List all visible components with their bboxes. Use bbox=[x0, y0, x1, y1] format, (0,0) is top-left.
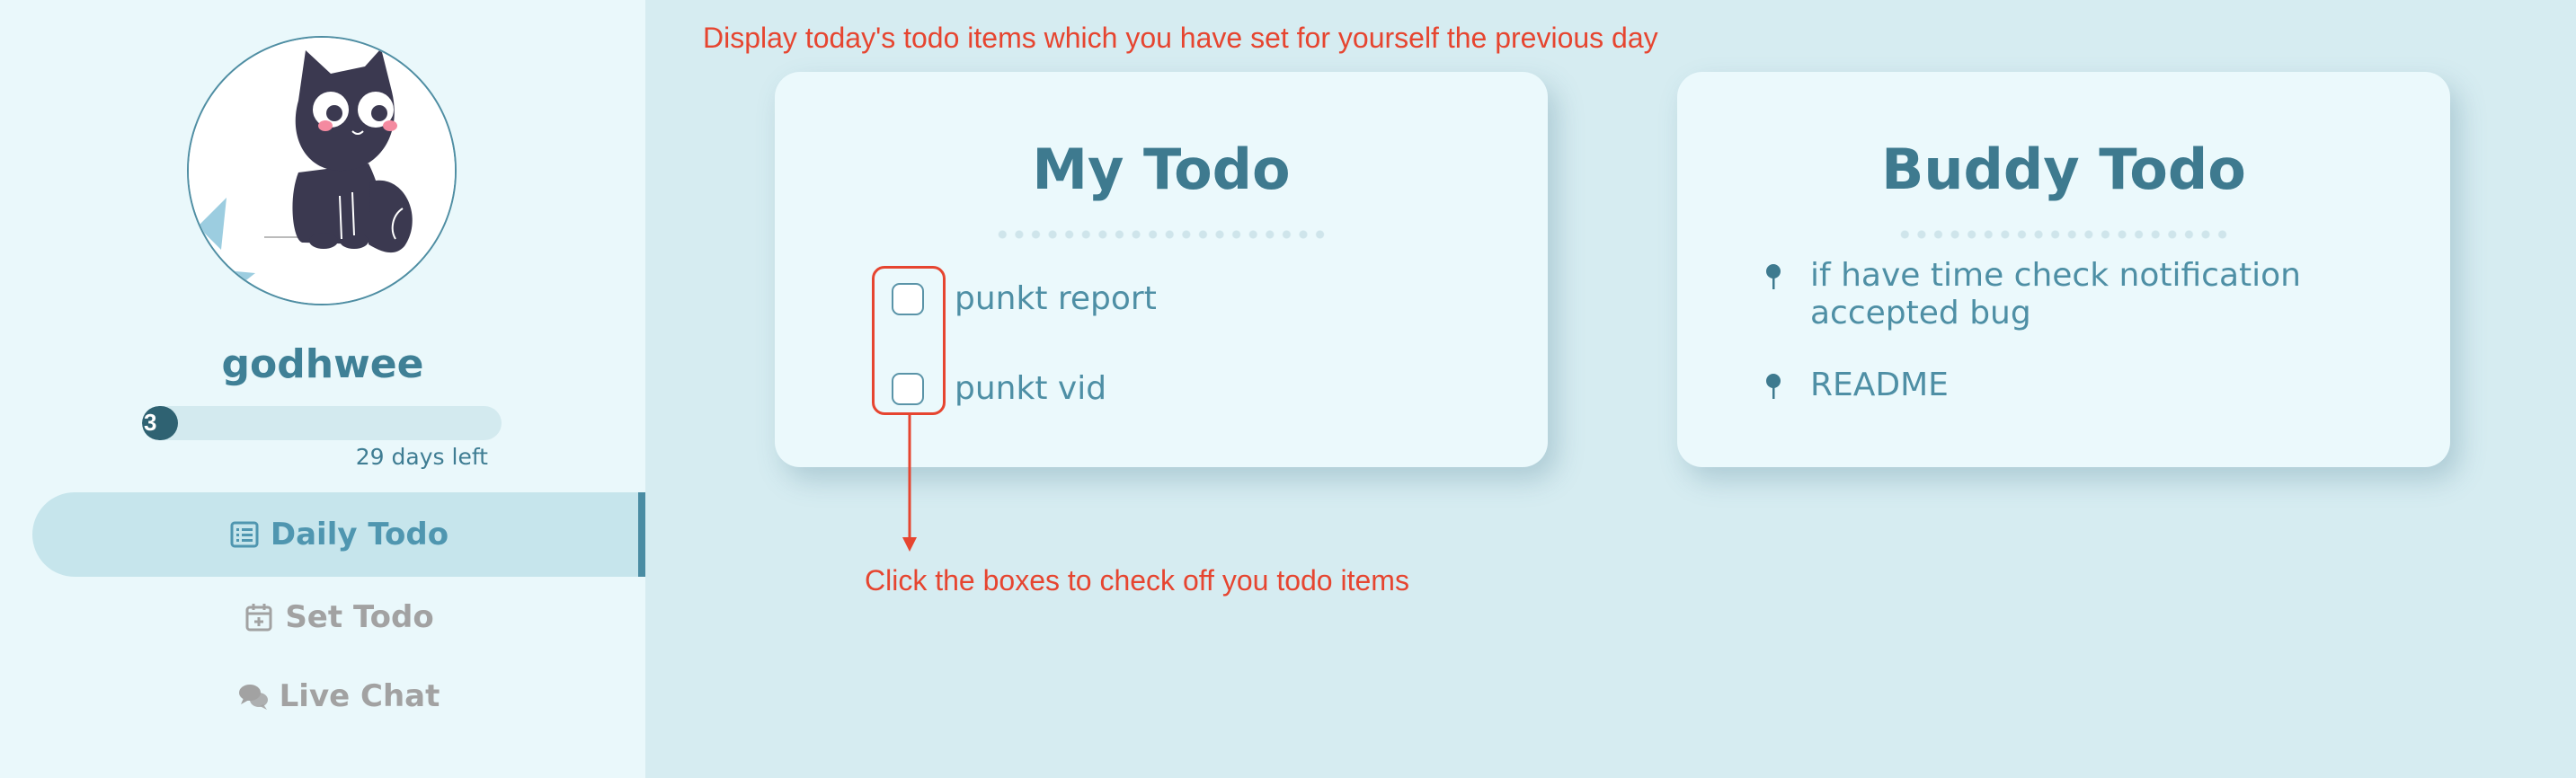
pin-icon bbox=[1763, 257, 1783, 295]
buddy-todo-label: if have time check notification accepted… bbox=[1810, 257, 2301, 332]
buddy-todo-card: Buddy Todo if have time check notificati… bbox=[1677, 72, 2450, 467]
nav-set-todo[interactable]: Set Todo bbox=[32, 575, 645, 659]
buddy-todo-item: if have time check notification accepted… bbox=[1763, 257, 2375, 332]
buddy-todo-label: README bbox=[1810, 367, 1949, 403]
list-icon bbox=[229, 519, 260, 550]
annotation-arrow bbox=[902, 415, 917, 552]
nav-label-set-todo: Set Todo bbox=[285, 599, 434, 635]
calendar-plus-icon bbox=[244, 602, 274, 632]
dotted-divider bbox=[1896, 230, 2231, 239]
nav-label-daily-todo: Daily Todo bbox=[270, 517, 449, 553]
username: godhwee bbox=[221, 341, 424, 387]
nav-live-chat[interactable]: Live Chat bbox=[32, 654, 645, 738]
annotation-top: Display today's todo items which you hav… bbox=[703, 22, 1658, 54]
sidebar: godhwee 3 29 days left Daily Todo Set To… bbox=[0, 0, 645, 778]
todo-item-label: punkt report bbox=[955, 280, 1157, 317]
buddy-todo-title: Buddy Todo bbox=[1881, 137, 2246, 202]
annotation-bottom: Click the boxes to check off you todo it… bbox=[865, 564, 1409, 597]
nav-daily-todo[interactable]: Daily Todo bbox=[32, 492, 645, 577]
comments-icon bbox=[238, 681, 269, 712]
avatar bbox=[187, 36, 457, 305]
my-todo-title: My Todo bbox=[1032, 137, 1291, 202]
annotation-highlight-box bbox=[872, 266, 946, 415]
nav-label-live-chat: Live Chat bbox=[279, 678, 440, 714]
days-left-text: 29 days left bbox=[355, 444, 488, 470]
pin-icon bbox=[1763, 367, 1783, 404]
todo-item-label: punkt vid bbox=[955, 370, 1107, 407]
progress-value: 3 bbox=[144, 409, 157, 436]
dotted-divider bbox=[994, 230, 1328, 239]
subscription-progress-bar: 3 bbox=[142, 406, 502, 440]
cat-avatar-image bbox=[189, 38, 455, 304]
buddy-todo-item: README bbox=[1763, 367, 2375, 404]
